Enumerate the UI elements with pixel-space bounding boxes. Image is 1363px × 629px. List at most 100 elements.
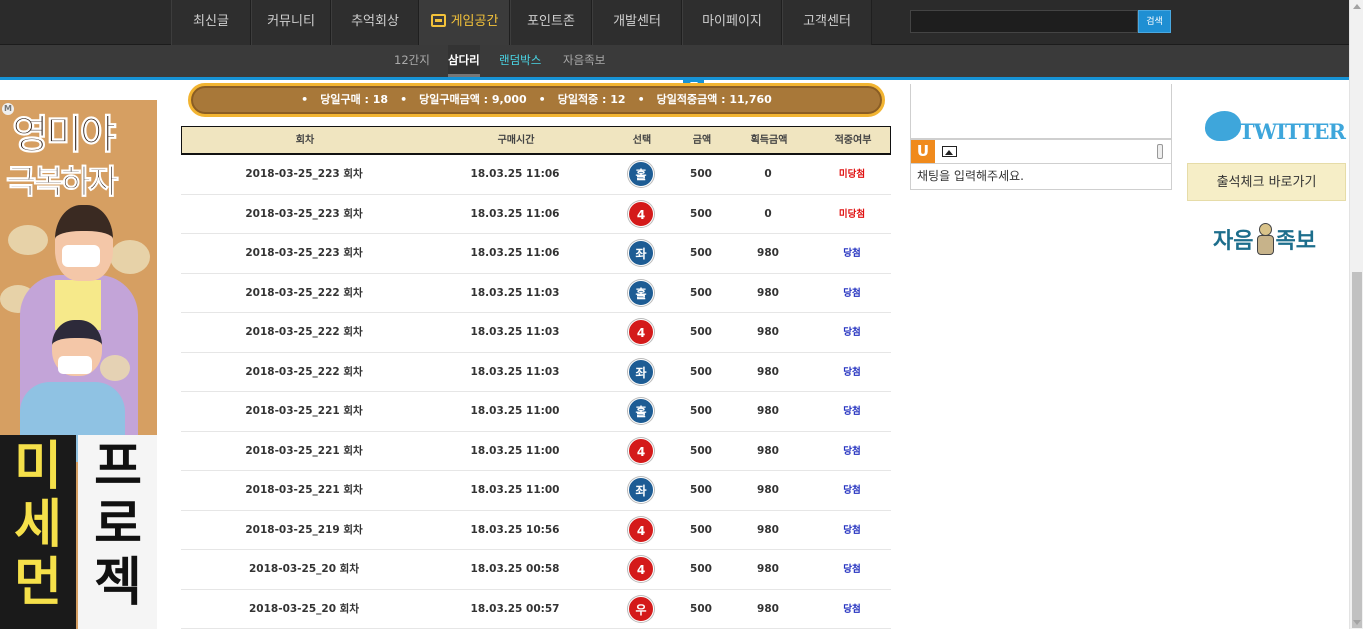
twitter-label: TWITTER [1239, 119, 1346, 144]
purchase-time-cell: 18.03.25 11:03 [470, 365, 560, 378]
menu-item-4[interactable]: 포인트존 [510, 0, 592, 45]
purchase-time-cell: 18.03.25 11:00 [470, 484, 560, 496]
result-label: 당첨 [843, 248, 861, 259]
table-row: 2018-03-25_20 회차 18.03.25 00:58 4 500 980 당첨 [181, 550, 891, 590]
daily-summary-bar: • 당일구매 : 18 • 당일구매금액 : 9,000 • 당일적중 : 12 • 당일적중… [188, 83, 885, 117]
vertical-scrollbar[interactable] [1349, 0, 1363, 629]
won-amount-cell: 0 [764, 207, 772, 220]
amount-cell: 500 [690, 365, 712, 378]
jokbo-link[interactable]: 자음 족보 [1213, 223, 1333, 257]
result-cell: 당첨 [813, 353, 891, 392]
subnav-item-1[interactable]: 삼다리 [448, 45, 480, 77]
menu-item-0[interactable]: 최신글 [171, 0, 251, 45]
pick-ball-icon: 좌 [628, 358, 654, 385]
image-icon[interactable] [942, 146, 957, 157]
round-cell: 2018-03-25_222 회차 [245, 326, 363, 338]
chat-input[interactable]: 채팅을 입력해주세요. [910, 164, 1172, 190]
menu-item-label: 최신글 [193, 14, 229, 29]
round-cell: 2018-03-25_223 회차 [245, 207, 363, 220]
purchase-history-table: 회차 구매시간 선택 금액 획득금액 적중여부 2018-03-25_223 회차 18.0… [181, 126, 891, 629]
twitter-link[interactable]: TWITTER [1205, 105, 1346, 155]
menu-item-2[interactable]: 추억회상 [331, 0, 419, 45]
amount-cell: 500 [690, 484, 712, 496]
won-amount-cell: 980 [757, 484, 779, 496]
result-label: 당첨 [843, 603, 861, 615]
menu-item-label: 마이페이지 [702, 14, 762, 29]
summary-item: 당일적중금액 : 11,760 [656, 93, 772, 106]
table-row: 2018-03-25_221 회차 18.03.25 11:00 홀 500 980 당첨 [181, 392, 891, 432]
search-button[interactable]: 검색 [1138, 10, 1171, 33]
scroll-thumb[interactable] [1352, 272, 1362, 628]
pick-ball-icon: 4 [628, 556, 654, 582]
menu-item-label: 개발센터 [613, 14, 661, 29]
result-cell: 당첨 [813, 471, 891, 510]
ad-vertical-text-right: 프로젝 [94, 437, 142, 613]
result-cell: 당첨 [813, 511, 891, 550]
pick-ball-icon: 4 [628, 437, 654, 464]
purchase-time-cell: 18.03.25 00:58 [470, 563, 560, 575]
amount-cell: 500 [690, 523, 712, 536]
menu-item-5[interactable]: 개발센터 [592, 0, 682, 45]
result-cell: 당첨 [813, 432, 891, 471]
attendance-button[interactable]: 출석체크 바로가기 [1187, 163, 1346, 201]
chat-message-area[interactable] [910, 84, 1172, 139]
round-cell: 2018-03-25_20 회차 [248, 602, 359, 615]
menu-item-1[interactable]: 커뮤니티 [251, 0, 331, 45]
amount-cell: 500 [690, 563, 712, 575]
column-header: 선택 [632, 135, 652, 146]
page-root: 최신글 커뮤니티 추억회상 게임공간 포인트존 개발센터 마이페이지 고객센터 검색 12간지… [0, 0, 1363, 629]
ad-banner[interactable]: M 영미야 극복하자 미세먼 프로젝 [0, 100, 157, 629]
table-body: 2018-03-25_223 회차 18.03.25 11:06 홀 500 0 미당첨 2… [181, 155, 891, 629]
amount-cell: 500 [690, 326, 712, 338]
top-navigation: 최신글 커뮤니티 추억회상 게임공간 포인트존 개발센터 마이페이지 고객센터 검색 [0, 0, 1349, 45]
summary-item: 당일구매 : 18 [320, 93, 389, 106]
pick-cell: 4 [603, 313, 679, 352]
summary-item: 당일적중 : 12 [557, 93, 626, 106]
pick-ball-icon: 4 [628, 319, 654, 345]
purchase-time-cell: 18.03.25 10:56 [470, 523, 560, 536]
menu-item-6[interactable]: 마이페이지 [682, 0, 782, 45]
result-cell: 당첨 [813, 234, 891, 273]
table-header: 회차 구매시간 선택 금액 획득금액 적중여부 [181, 126, 891, 155]
result-label: 당첨 [843, 406, 861, 417]
menu-item-label: 게임공간 [450, 14, 499, 29]
table-row: 2018-03-25_222 회차 18.03.25 11:03 4 500 980 당첨 [181, 313, 891, 353]
purchase-time-cell: 18.03.25 11:03 [470, 326, 560, 338]
pick-cell: 4 [603, 550, 679, 589]
menu-item-7[interactable]: 고객센터 [782, 0, 872, 45]
summary-bullet: • [301, 93, 309, 106]
purchase-time-cell: 18.03.25 11:06 [470, 247, 560, 259]
search-input[interactable] [910, 10, 1138, 33]
subnav-item-2[interactable]: 랜덤박스 [499, 45, 541, 77]
scroll-up-icon[interactable] [1353, 4, 1361, 9]
sub-navigation: 12간지 삼다리 랜덤박스 자음족보 [0, 45, 1349, 80]
subnav-item-0[interactable]: 12간지 [394, 45, 430, 77]
jokbo-label-right: 족보 [1275, 229, 1316, 254]
table-row: 2018-03-25_222 회차 18.03.25 11:03 좌 500 980 당첨 [181, 353, 891, 392]
pick-cell: 4 [603, 195, 679, 234]
won-amount-cell: 980 [757, 444, 779, 457]
column-header: 회차 [295, 135, 315, 146]
pick-cell: 4 [603, 511, 679, 550]
pick-cell: 홀 [603, 155, 679, 194]
round-cell: 2018-03-25_222 회차 [245, 286, 363, 299]
twitter-bird-icon [1205, 111, 1241, 141]
result-label: 당첨 [843, 564, 861, 575]
chat-toolbar: U [910, 139, 1172, 164]
amount-cell: 500 [690, 168, 712, 180]
purchase-time-cell: 18.03.25 11:03 [470, 286, 560, 299]
chat-scroll-icon[interactable] [1157, 144, 1163, 159]
won-amount-cell: 980 [757, 365, 779, 378]
menu-item-3[interactable]: 게임공간 [419, 0, 510, 45]
ad-subheadline: 극복하자 [5, 162, 118, 202]
scroll-down-icon[interactable] [1353, 620, 1361, 625]
pick-ball-icon: 좌 [628, 477, 654, 503]
won-amount-cell: 980 [757, 523, 779, 536]
chat-logo-icon[interactable]: U [911, 140, 935, 163]
summary-bullet: • [400, 93, 408, 106]
amount-cell: 500 [690, 247, 712, 259]
result-cell: 당첨 [813, 274, 891, 313]
column-header: 적중여부 [834, 135, 872, 146]
jokbo-label-left: 자음 [1213, 229, 1254, 254]
subnav-item-3[interactable]: 자음족보 [563, 45, 605, 77]
